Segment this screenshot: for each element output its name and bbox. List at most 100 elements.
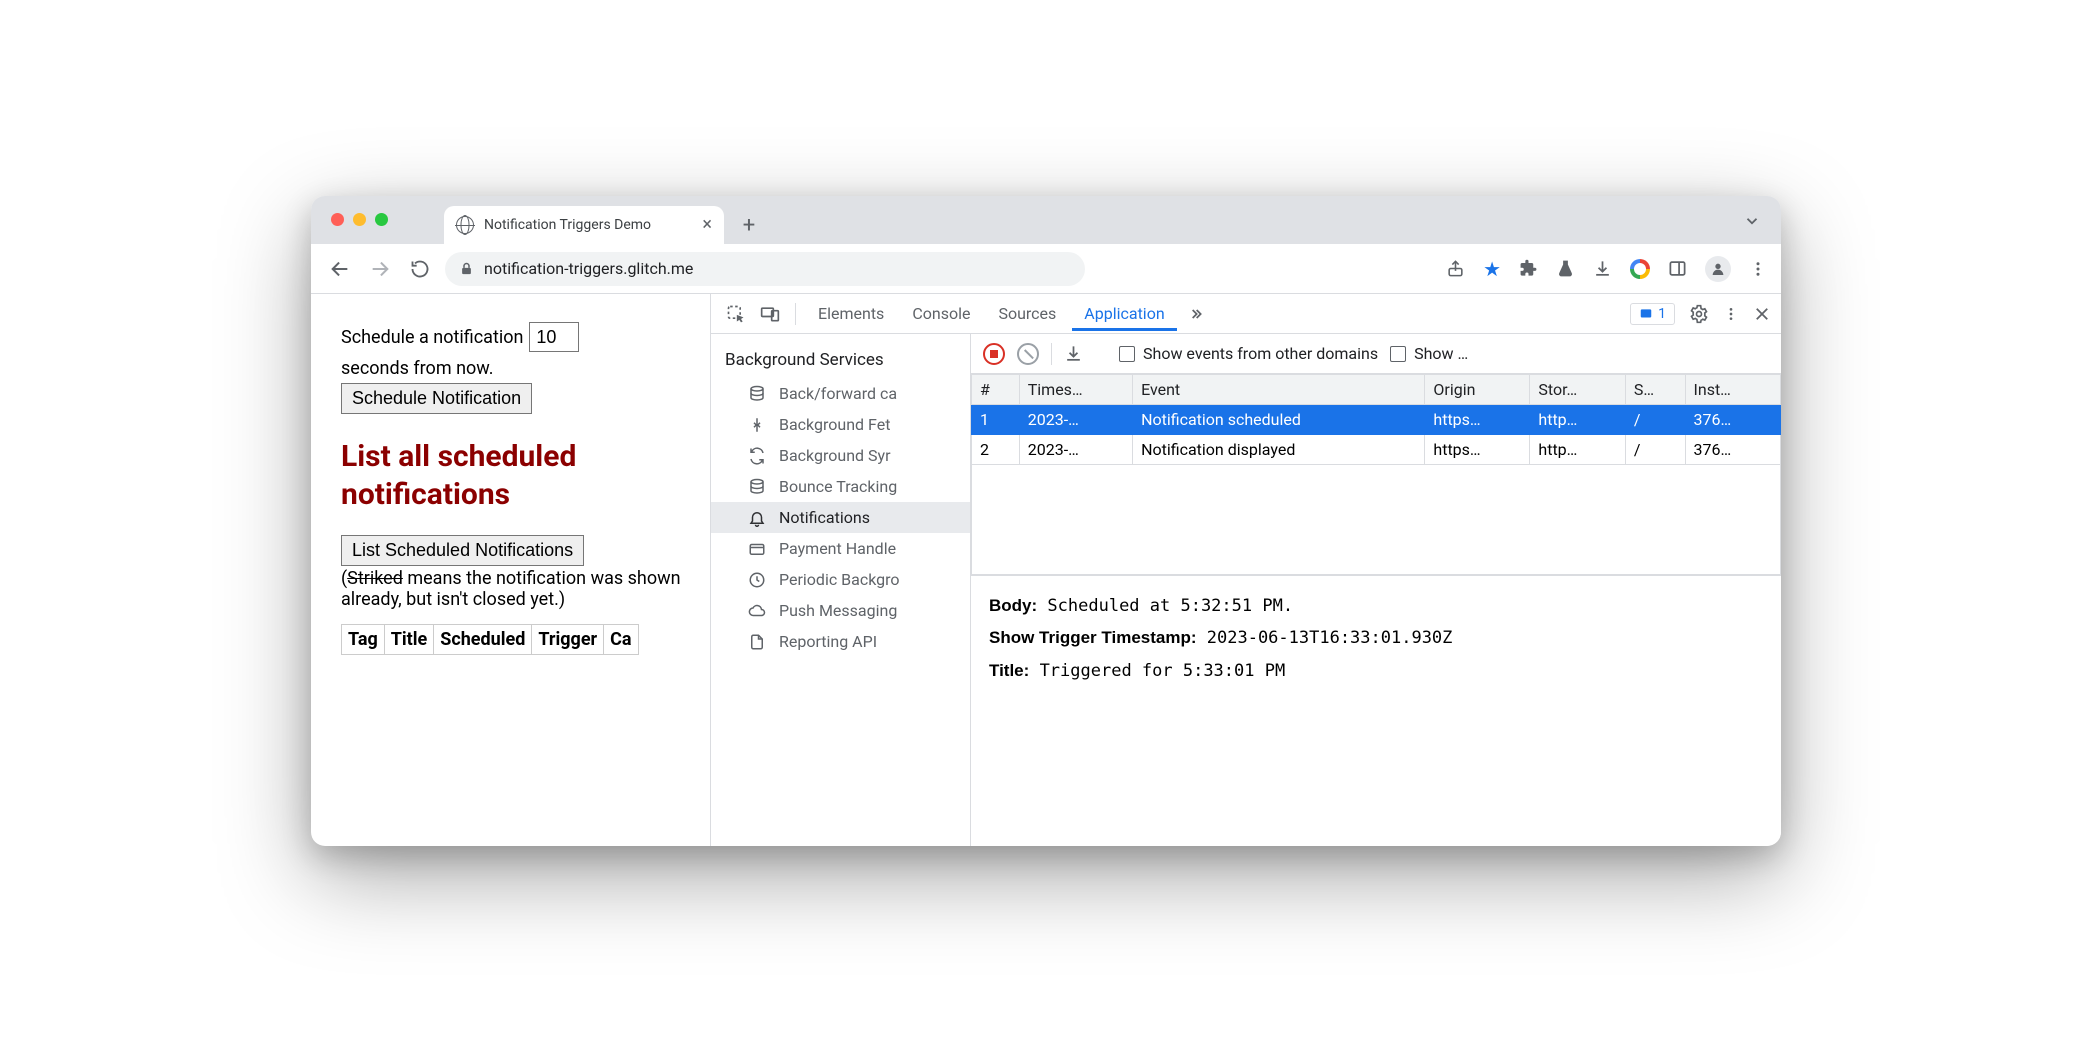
close-tab-button[interactable]: ×	[702, 216, 712, 234]
browser-window: Notification Triggers Demo × + notificat…	[311, 196, 1781, 846]
forward-button[interactable]	[365, 254, 395, 284]
col-tag: Tag	[342, 625, 385, 655]
tab-console[interactable]: Console	[900, 296, 982, 331]
content-area: Schedule a notification seconds from now…	[311, 294, 1781, 846]
tab-elements[interactable]: Elements	[806, 296, 896, 331]
database-icon	[747, 385, 767, 403]
fullscreen-window-button[interactable]	[375, 213, 388, 226]
list-scheduled-button[interactable]: List Scheduled Notifications	[341, 535, 584, 566]
url-text: notification-triggers.glitch.me	[484, 259, 693, 278]
reload-button[interactable]	[405, 254, 435, 284]
downloads-icon[interactable]	[1593, 259, 1612, 278]
globe-icon	[456, 216, 474, 234]
share-icon[interactable]	[1446, 259, 1465, 278]
seconds-input[interactable]	[529, 322, 579, 352]
save-icon[interactable]	[1064, 344, 1083, 363]
bell-icon	[747, 509, 767, 527]
browser-toolbar: notification-triggers.glitch.me ★	[311, 244, 1781, 294]
chrome-menu-button[interactable]	[1749, 260, 1767, 278]
google-account-icon[interactable]	[1630, 259, 1650, 279]
header-event[interactable]: Event	[1133, 375, 1425, 405]
clear-button[interactable]	[1017, 343, 1039, 365]
database-icon	[747, 478, 767, 496]
demo-page: Schedule a notification seconds from now…	[311, 294, 711, 846]
issues-count: 1	[1658, 306, 1666, 322]
events-panel: Show events from other domains Show …	[971, 334, 1781, 846]
sidebar-item-bounce-tracking[interactable]: Bounce Tracking	[711, 471, 970, 502]
sidebar-item-background-fetch[interactable]: Background Fet	[711, 409, 970, 440]
detail-title-value: Triggered for 5:33:01 PM	[1040, 661, 1286, 681]
address-bar[interactable]: notification-triggers.glitch.me	[445, 252, 1085, 286]
side-panel-icon[interactable]	[1668, 259, 1687, 278]
sidebar-item-payment-handler[interactable]: Payment Handle	[711, 533, 970, 564]
schedule-notification-button[interactable]: Schedule Notification	[341, 383, 532, 414]
table-empty-space	[972, 465, 1781, 575]
col-title: Title	[384, 625, 434, 655]
table-row[interactable]: 2 2023-… Notification displayed https… h…	[972, 435, 1781, 465]
lock-icon	[459, 261, 474, 276]
tab-sources[interactable]: Sources	[986, 296, 1068, 331]
settings-icon[interactable]	[1689, 304, 1709, 324]
record-button[interactable]	[983, 343, 1005, 365]
more-tabs-button[interactable]	[1181, 306, 1211, 322]
header-storage[interactable]: Stor…	[1530, 375, 1625, 405]
detail-trigger-value: 2023-06-13T16:33:01.930Z	[1207, 628, 1453, 648]
sidebar-item-notifications[interactable]: Notifications	[711, 502, 970, 533]
col-cancel: Ca	[604, 625, 638, 655]
tab-application[interactable]: Application	[1072, 296, 1176, 331]
detail-body-value: Scheduled at 5:32:51 PM.	[1047, 596, 1293, 616]
profile-avatar[interactable]	[1705, 256, 1731, 282]
tab-title: Notification Triggers Demo	[484, 217, 651, 233]
device-toolbar-icon[interactable]	[755, 304, 785, 324]
events-table: # Times… Event Origin Stor… S… Inst… 1 2…	[971, 374, 1781, 576]
cloud-icon	[747, 602, 767, 620]
inspect-icon[interactable]	[721, 304, 751, 324]
extensions-icon[interactable]	[1519, 259, 1538, 278]
bookmark-star-icon[interactable]: ★	[1483, 257, 1501, 281]
header-instance[interactable]: Inst…	[1685, 375, 1781, 405]
labs-icon[interactable]	[1556, 259, 1575, 278]
show-checkbox-2[interactable]: Show …	[1390, 344, 1468, 363]
sidebar-item-reporting-api[interactable]: Reporting API	[711, 626, 970, 657]
detail-trigger-label: Show Trigger Timestamp:	[989, 628, 1197, 647]
sidebar-group-background-services: Background Services	[711, 342, 970, 378]
sidebar-item-periodic-background[interactable]: Periodic Backgro	[711, 564, 970, 595]
new-tab-button[interactable]: +	[734, 210, 764, 240]
sidebar-item-push-messaging[interactable]: Push Messaging	[711, 595, 970, 626]
show-other-domains-checkbox[interactable]: Show events from other domains	[1119, 344, 1378, 363]
schedule-label-suffix: seconds from now.	[341, 358, 493, 379]
events-toolbar: Show events from other domains Show …	[971, 334, 1781, 374]
tabs-overflow-button[interactable]	[1743, 212, 1761, 230]
credit-card-icon	[747, 540, 767, 558]
table-header-row: # Times… Event Origin Stor… S… Inst…	[972, 375, 1781, 405]
note-striked: Striked	[347, 568, 403, 589]
detail-title-label: Title:	[989, 661, 1029, 680]
window-controls	[331, 213, 388, 226]
minimize-window-button[interactable]	[353, 213, 366, 226]
tab-strip: Notification Triggers Demo × +	[311, 196, 1781, 244]
document-icon	[747, 633, 767, 651]
devtools-tab-bar: Elements Console Sources Application 1	[711, 294, 1781, 334]
header-scope[interactable]: S…	[1625, 375, 1685, 405]
devtools-panel: Elements Console Sources Application 1	[711, 294, 1781, 846]
sidebar-item-back-forward-cache[interactable]: Back/forward ca	[711, 378, 970, 409]
back-button[interactable]	[325, 254, 355, 284]
devtools-menu-button[interactable]	[1723, 305, 1739, 323]
header-number[interactable]: #	[972, 375, 1020, 405]
browser-tab[interactable]: Notification Triggers Demo ×	[444, 206, 724, 244]
header-timestamp[interactable]: Times…	[1019, 375, 1132, 405]
sidebar-item-background-sync[interactable]: Background Syr	[711, 440, 970, 471]
page-heading: List all scheduled notifications	[341, 438, 690, 513]
close-window-button[interactable]	[331, 213, 344, 226]
fetch-icon	[747, 416, 767, 434]
event-detail: Body: Scheduled at 5:32:51 PM. Show Trig…	[971, 576, 1781, 701]
col-scheduled: Scheduled	[434, 625, 532, 655]
header-origin[interactable]: Origin	[1425, 375, 1530, 405]
toolbar-actions: ★	[1446, 256, 1767, 282]
schedule-label-prefix: Schedule a notification	[341, 327, 523, 348]
sync-icon	[747, 447, 767, 465]
issues-badge[interactable]: 1	[1630, 303, 1675, 325]
close-devtools-button[interactable]	[1753, 305, 1771, 323]
table-row[interactable]: 1 2023-… Notification scheduled https… h…	[972, 405, 1781, 435]
scheduled-table: Tag Title Scheduled Trigger Ca	[341, 624, 639, 655]
